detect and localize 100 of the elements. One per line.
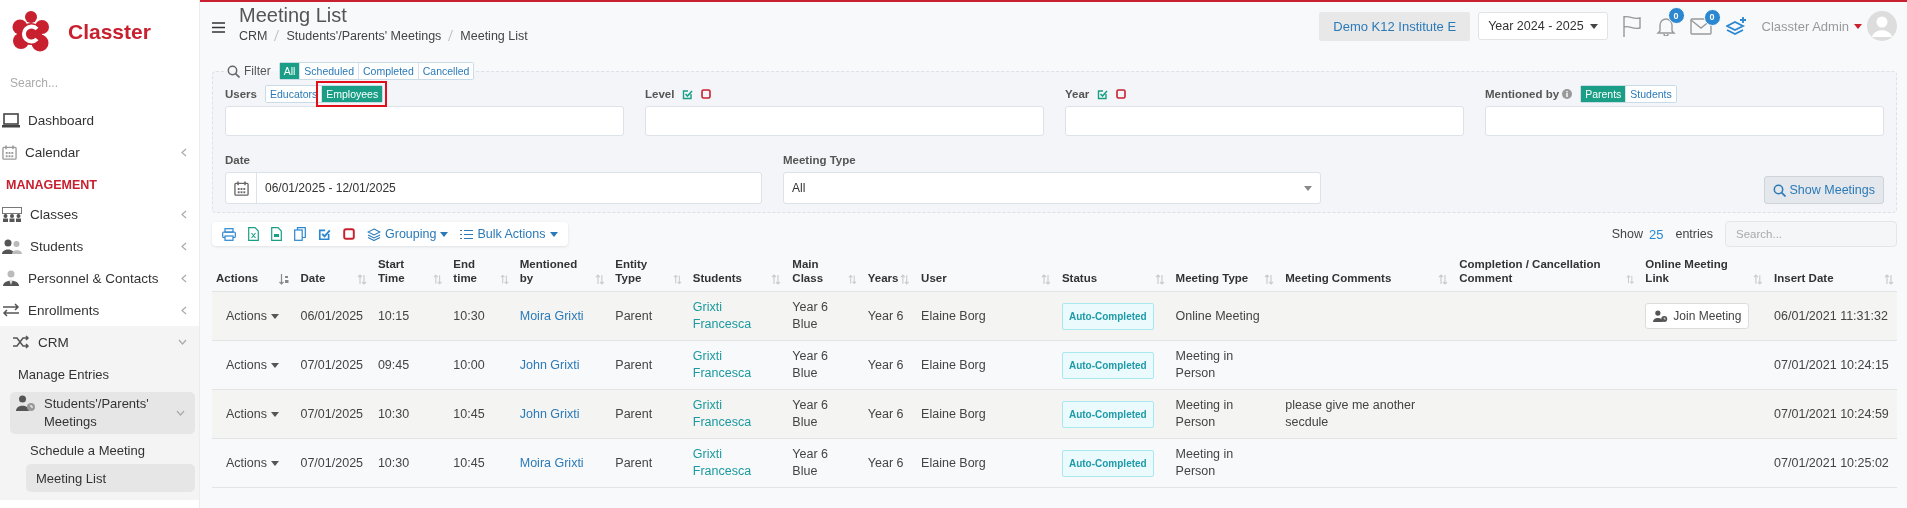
column-header[interactable]: Date	[300, 271, 326, 285]
date-range-field[interactable]: 06/01/2025 - 12/01/2025	[225, 172, 762, 204]
breadcrumb-link[interactable]: Students'/Parents' Meetings	[286, 28, 442, 43]
column-header[interactable]: Mentioned by	[519, 257, 593, 285]
nav-item[interactable]: CRM	[0, 326, 199, 358]
sort-icon[interactable]	[900, 274, 911, 285]
nav-item[interactable]: Enrollments	[0, 294, 199, 326]
app-logo-text: Classter	[68, 20, 151, 44]
actions-dropdown[interactable]: Actions	[220, 309, 279, 323]
flag-icon[interactable]	[1621, 15, 1642, 37]
nav-item[interactable]: Manage Entries	[0, 358, 199, 390]
search-field[interactable]: Search...	[0, 70, 170, 96]
sort-icon[interactable]	[1264, 274, 1275, 285]
actions-dropdown[interactable]: Actions	[220, 456, 279, 470]
sort-icon[interactable]	[432, 274, 443, 285]
column-header[interactable]: Main Class	[792, 257, 846, 285]
square-icon[interactable]	[701, 89, 712, 99]
table-cell: 07/01/2021 10:24:59	[1766, 389, 1897, 439]
sort-icon[interactable]	[356, 274, 367, 285]
nav-item[interactable]: Dashboard	[0, 104, 199, 136]
breadcrumb-separator	[274, 30, 280, 41]
sort-icon[interactable]	[1040, 274, 1051, 285]
sort-icon[interactable]	[771, 274, 782, 285]
sort-icon[interactable]	[672, 274, 682, 285]
toggle-option[interactable]: Cancelled	[417, 63, 474, 79]
input-field[interactable]	[225, 106, 624, 136]
nav-item[interactable]: Personnel & Contacts	[0, 262, 199, 294]
status-badge: Auto-Completed	[1061, 400, 1154, 428]
institute-button[interactable]: Demo K12 Institute E	[1319, 11, 1471, 41]
column-header[interactable]: Status	[1061, 271, 1098, 285]
column-header[interactable]: Years	[867, 271, 899, 285]
column-header[interactable]: Meeting Type	[1175, 271, 1249, 285]
nav-item[interactable]: Students'/Parents' Meetings	[10, 392, 195, 434]
breadcrumb-link[interactable]: CRM	[239, 28, 268, 43]
sort-icon[interactable]	[847, 274, 857, 285]
square-icon[interactable]	[1116, 89, 1127, 99]
square-icon[interactable]	[343, 228, 355, 240]
person-link[interactable]: Moira Grixti	[519, 455, 584, 470]
column-header[interactable]: Entity Type	[615, 257, 671, 285]
column-header[interactable]: Actions	[216, 271, 259, 285]
sort-icon[interactable]	[594, 274, 605, 285]
layers-plus-icon[interactable]	[1725, 16, 1748, 36]
search-field[interactable]: Search...	[1725, 221, 1897, 247]
page-title: Meeting List	[239, 3, 348, 27]
year-dropdown[interactable]: Year 2024 - 2025	[1478, 12, 1608, 40]
sort-icon[interactable]	[1438, 274, 1449, 285]
chevron-icon	[181, 209, 187, 219]
show-meetings-button[interactable]: Show Meetings	[1763, 176, 1884, 204]
column-header[interactable]: End time	[453, 257, 498, 285]
field-label: Year	[1065, 88, 1090, 100]
person-link[interactable]: Moira Grixti	[519, 308, 584, 323]
sort-ascending-icon[interactable]	[279, 274, 290, 285]
avatar-icon[interactable]	[1867, 11, 1897, 41]
copy-icon[interactable]	[294, 227, 306, 241]
sort-icon[interactable]	[1626, 274, 1635, 285]
page-size-select[interactable]: 25	[1649, 226, 1664, 242]
field-label: Mentioned by	[1485, 88, 1560, 100]
file-icon[interactable]	[271, 227, 282, 241]
column-header[interactable]: Students	[692, 271, 742, 285]
column-header[interactable]: User	[921, 271, 947, 285]
input-field[interactable]	[1065, 106, 1464, 136]
person-link[interactable]: John Grixti	[519, 406, 580, 421]
toggle-option[interactable]: Students	[1625, 86, 1676, 102]
column-header[interactable]: Completion / Cancellation Comment	[1459, 257, 1624, 285]
column-header[interactable]: Insert Date	[1774, 271, 1834, 285]
sort-icon[interactable]	[1884, 274, 1894, 285]
column-header[interactable]: Online Meeting Link	[1645, 257, 1752, 285]
menu-icon[interactable]	[212, 21, 225, 33]
actions-dropdown[interactable]: Actions	[220, 407, 279, 421]
person-link[interactable]: John Grixti	[519, 357, 580, 372]
shuffle-icon	[12, 335, 30, 349]
search-icon	[1772, 183, 1786, 197]
bulk-actions-button[interactable]: Bulk Actions	[460, 227, 558, 241]
nav-item[interactable]: Schedule a Meeting	[0, 436, 199, 464]
nav-item[interactable]: Calendar	[0, 136, 199, 168]
count-badge: 0	[1703, 8, 1721, 26]
input-field[interactable]	[1485, 106, 1884, 136]
nav-item[interactable]: Students	[0, 230, 199, 262]
sort-icon[interactable]	[1753, 274, 1764, 285]
nav-item[interactable]: Meeting List	[26, 464, 195, 492]
print-icon[interactable]	[222, 227, 236, 241]
join-meeting-button[interactable]: Join Meeting	[1645, 303, 1750, 329]
bell-icon[interactable]	[1655, 16, 1676, 36]
actions-dropdown[interactable]: Actions	[220, 358, 279, 372]
spreadsheet-file-icon[interactable]	[248, 227, 259, 241]
column-header[interactable]: Start Time	[377, 257, 431, 285]
check-square-icon[interactable]	[1097, 88, 1109, 100]
show-label: Show	[1611, 227, 1643, 241]
sort-icon[interactable]	[1154, 274, 1165, 285]
check-square-icon[interactable]	[318, 227, 331, 241]
select-field[interactable]: All	[783, 172, 1321, 204]
sort-icon[interactable]	[499, 274, 509, 285]
breadcrumb-link[interactable]: Meeting List	[460, 28, 528, 43]
table-cell: 09:45	[369, 340, 446, 390]
nav-item[interactable]: Classes	[0, 198, 199, 230]
input-field[interactable]	[645, 106, 1044, 136]
column-header[interactable]: Meeting Comments	[1285, 271, 1392, 285]
grouping-button[interactable]: Grouping	[367, 227, 449, 241]
envelope-icon[interactable]	[1689, 17, 1712, 35]
check-square-icon[interactable]	[682, 88, 694, 100]
